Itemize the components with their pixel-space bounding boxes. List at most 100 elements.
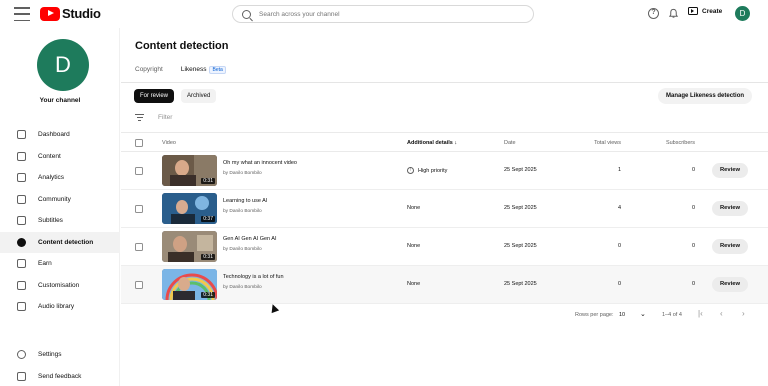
manage-likeness-button[interactable]: Manage Likeness detection [658,88,753,104]
video-thumbnail[interactable]: 0:31 [162,231,217,262]
feedback-icon [17,371,26,381]
sidebar-item-label: Earn [38,260,52,268]
chevron-down-icon[interactable]: ⌄ [640,310,646,318]
video-date: 25 Sept 2025 [504,281,537,287]
top-bar: Studio ? Create D [0,0,768,28]
video-author: by Danilo Bombilo [223,209,262,214]
review-button[interactable]: Review [712,201,748,216]
create-label: Create [702,7,723,15]
sidebar-item-label: Content detection [38,238,94,246]
review-button[interactable]: Review [712,239,748,254]
table-header: Video Additional details ↓ Date Total vi… [121,132,768,152]
video-title[interactable]: Learning to use AI [223,198,267,204]
filter-input[interactable]: Filter [158,114,172,121]
community-icon [17,194,26,204]
filter-icon[interactable] [135,114,144,121]
sidebar-item-audio-library[interactable]: Audio library [0,296,120,318]
video-duration: 0:31 [201,178,215,184]
search-bar[interactable] [232,5,534,23]
filter-bar[interactable]: Filter [135,114,172,121]
sidebar-item-content[interactable]: Content [0,146,120,168]
channel-label[interactable]: Your channel [0,97,120,104]
additional-details: None [407,243,421,249]
customisation-icon [17,280,26,290]
content-icon [17,151,26,161]
header-subscribers: Subscribers [665,140,695,146]
tab-likeness[interactable]: Likeness Beta [180,66,226,83]
next-page-icon[interactable]: › [742,309,745,318]
previous-page-icon[interactable]: ‹ [720,309,723,318]
table-row[interactable]: 0:31 Technology is a lot of fun by Danil… [121,266,768,304]
help-icon[interactable]: ? [648,8,659,19]
row-checkbox[interactable] [135,243,143,251]
rows-per-page-select[interactable]: 10 [619,312,625,318]
sidebar-nav: Dashboard Content Analytics Community Su… [0,124,120,318]
header-video: Video [162,140,176,146]
video-views: 1 [617,167,621,173]
tab-divider [121,82,768,83]
chip-archived[interactable]: Archived [181,89,217,103]
row-checkbox[interactable] [135,167,143,175]
first-page-icon[interactable]: |‹ [698,309,703,318]
video-title[interactable]: Gen AI Gen AI Gen AI [223,236,277,242]
sidebar-item-label: Audio library [38,303,75,311]
page-title: Content detection [135,40,229,52]
dashboard-icon [17,130,26,140]
video-author: by Danilo Bombilo [223,171,262,176]
select-all-checkbox[interactable] [135,139,143,147]
sidebar-item-label: Subtitles [38,217,63,225]
sidebar-item-community[interactable]: Community [0,189,120,211]
video-thumbnail[interactable]: 0:31 [162,155,217,186]
row-checkbox[interactable] [135,281,143,289]
review-button[interactable]: Review [712,277,748,292]
menu-icon[interactable] [14,7,30,21]
video-duration: 0:31 [201,292,215,298]
table-row[interactable]: 0:37 Learning to use AI by Danilo Bombil… [121,190,768,228]
table-row[interactable]: 0:31 Oh my what an innocent video by Dan… [121,152,768,190]
info-icon: ! [407,167,414,174]
create-button[interactable]: Create [688,7,722,15]
dollar-icon [17,259,26,269]
table-row[interactable]: 0:31 Gen AI Gen AI Gen AI by Danilo Bomb… [121,228,768,266]
bell-icon[interactable] [668,8,679,19]
logo-text: Studio [62,6,101,21]
gear-icon [17,350,26,360]
tab-copyright[interactable]: Copyright [135,66,163,83]
sidebar-item-send-feedback[interactable]: Send feedback [0,366,120,386]
header-date: Date [504,140,516,146]
studio-logo[interactable]: Studio [40,6,101,21]
header-additional-details[interactable]: Additional details ↓ [407,140,457,146]
sidebar-item-subtitles[interactable]: Subtitles [0,210,120,232]
video-title[interactable]: Oh my what an innocent video [223,160,297,166]
review-button[interactable]: Review [712,163,748,178]
sidebar-item-analytics[interactable]: Analytics [0,167,120,189]
video-subscribers: 0 [691,281,695,287]
search-icon [242,9,251,19]
video-views: 0 [617,281,621,287]
channel-avatar[interactable]: D [37,39,89,91]
sidebar-item-dashboard[interactable]: Dashboard [0,124,120,146]
sidebar-item-label: Customisation [38,281,80,289]
sidebar-item-customisation[interactable]: Customisation [0,275,120,297]
sidebar-item-settings[interactable]: Settings [0,344,120,366]
chip-for-review[interactable]: For review [134,89,175,103]
row-checkbox[interactable] [135,205,143,213]
details-text: High priority [418,167,448,174]
video-thumbnail[interactable]: 0:37 [162,193,217,224]
sidebar-bottom: Settings Send feedback [0,344,120,386]
video-duration: 0:31 [201,254,215,260]
account-avatar[interactable]: D [735,6,750,21]
video-views: 4 [617,205,621,211]
analytics-icon [17,173,26,183]
video-title[interactable]: Technology is a lot of fun [223,274,284,280]
sidebar-item-label: Settings [38,351,62,359]
video-thumbnail[interactable]: 0:31 [162,269,217,300]
search-input[interactable] [259,10,509,18]
sidebar-item-label: Content [38,152,61,160]
tab-label: Copyright [135,66,163,73]
video-duration: 0:37 [201,216,215,222]
page-range: 1–4 of 4 [662,312,682,318]
sidebar-item-earn[interactable]: Earn [0,253,120,275]
sidebar-item-content-detection[interactable]: Content detection [0,231,120,253]
tab-bar: Copyright Likeness Beta [135,66,226,83]
